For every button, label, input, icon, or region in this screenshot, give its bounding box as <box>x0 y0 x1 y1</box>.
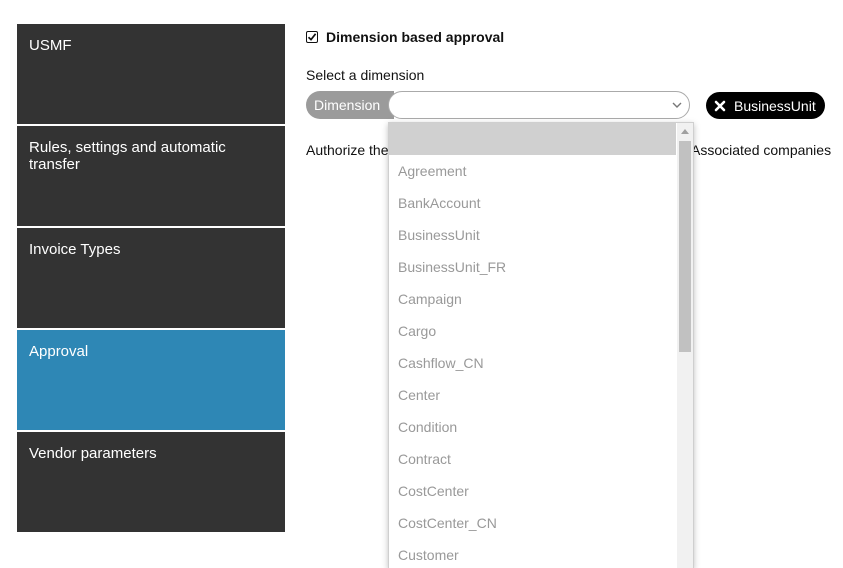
chevron-down-icon <box>672 102 682 108</box>
dimension-pill: Dimension <box>306 91 394 119</box>
side-nav: USMF Rules, settings and automatic trans… <box>17 24 285 534</box>
dropdown-scrollbar[interactable] <box>677 123 693 568</box>
nav-item-label: Vendor parameters <box>29 445 157 462</box>
authorize-label: Authorize the <box>306 142 389 158</box>
dropdown-option-center[interactable]: Center <box>389 379 676 411</box>
nav-item-rules-settings[interactable]: Rules, settings and automatic transfer <box>17 126 285 226</box>
nav-item-invoice-types[interactable]: Invoice Types <box>17 228 285 328</box>
dropdown-option-costcenter[interactable]: CostCenter <box>389 475 676 507</box>
dropdown-option-businessunit-fr[interactable]: BusinessUnit_FR <box>389 251 676 283</box>
dimension-combobox: Dimension <box>306 91 690 119</box>
dropdown-option-cashflow-cn[interactable]: Cashflow_CN <box>389 347 676 379</box>
checkmark-icon <box>307 33 317 41</box>
nav-item-label: Rules, settings and automatic transfer <box>29 139 226 173</box>
nav-item-approval[interactable]: Approval <box>17 330 285 430</box>
nav-item-usmf[interactable]: USMF <box>17 24 285 124</box>
dropdown-option-costcenter-cn[interactable]: CostCenter_CN <box>389 507 676 539</box>
select-dimension-label: Select a dimension <box>306 67 425 83</box>
dropdown-option-agreement[interactable]: Agreement <box>389 155 676 187</box>
associated-companies-label: Associated companies <box>691 142 832 158</box>
dimension-based-approval-label: Dimension based approval <box>326 29 505 45</box>
scrollbar-thumb[interactable] <box>679 141 691 352</box>
dropdown-empty-option[interactable] <box>389 123 676 155</box>
dropdown-option-cargo[interactable]: Cargo <box>389 315 676 347</box>
dropdown-option-bankaccount[interactable]: BankAccount <box>389 187 676 219</box>
dropdown-option-condition[interactable]: Condition <box>389 411 676 443</box>
dimension-dropdown-list: Agreement BankAccount BusinessUnit Busin… <box>388 122 694 568</box>
dimension-based-approval-checkbox[interactable] <box>306 31 318 43</box>
scroll-up-arrow-icon[interactable] <box>681 128 689 134</box>
dropdown-option-businessunit[interactable]: BusinessUnit <box>389 219 676 251</box>
remove-tag-icon[interactable] <box>714 100 726 112</box>
dimension-based-approval-row: Dimension based approval <box>306 29 504 45</box>
nav-item-vendor-parameters[interactable]: Vendor parameters <box>17 432 285 532</box>
selected-dimension-tag-label: BusinessUnit <box>734 97 816 114</box>
selected-dimension-tag[interactable]: BusinessUnit <box>706 92 825 119</box>
dropdown-option-customer[interactable]: Customer <box>389 539 676 568</box>
dropdown-option-contract[interactable]: Contract <box>389 443 676 475</box>
nav-item-label: USMF <box>29 37 72 54</box>
dropdown-option-campaign[interactable]: Campaign <box>389 283 676 315</box>
nav-item-label: Approval <box>29 343 89 360</box>
nav-item-label: Invoice Types <box>29 241 121 258</box>
dimension-select[interactable] <box>388 91 690 119</box>
